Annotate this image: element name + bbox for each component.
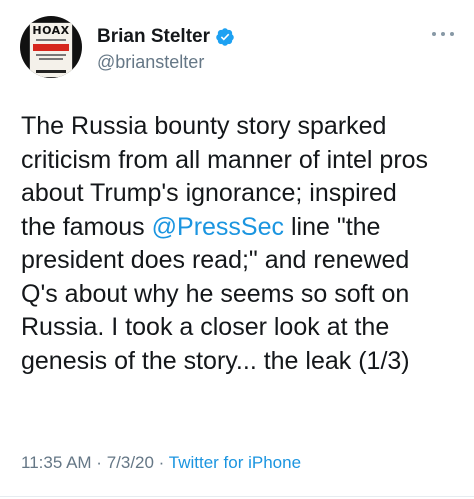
avatar-book-cover: HOAX [29, 22, 73, 78]
tweet-line-text: Russia. I took a closer look at the [21, 313, 390, 341]
tweet-line-text: the famous [21, 212, 152, 241]
more-dot [450, 32, 454, 36]
tweet-line: genesis of the story... the leak (1/3) [21, 345, 467, 379]
avatar-book-line [36, 39, 66, 41]
tweet-source-link[interactable]: Twitter for iPhone [169, 453, 301, 472]
tweet-line-text: genesis of the story... the leak (1/3) [21, 346, 410, 375]
tweet-line: the famous @PressSec line "the [21, 211, 467, 245]
tweet-card: HOAX Brian Stelter @brianstelter The Rus… [0, 0, 474, 499]
verified-badge-icon [216, 28, 234, 46]
tweet-line: criticism from all manner of intel pros [21, 144, 467, 178]
avatar-book-line [39, 58, 63, 60]
tweet-line: Q's about why he seems so soft on [21, 278, 467, 312]
meta-separator: · [153, 453, 169, 472]
tweet-line: Russia. I took a closer look at the [21, 311, 467, 345]
divider [0, 496, 474, 497]
tweet-time[interactable]: 11:35 AM [21, 453, 92, 472]
tweet-line-text: Q's about why he seems so soft on [21, 279, 410, 308]
more-dot [432, 32, 436, 36]
tweet-line-text: criticism from all manner of intel pros [21, 145, 429, 174]
tweet-line: president does read;" and renewed [21, 244, 467, 278]
meta-separator: · [91, 453, 107, 472]
author-name-row: Brian Stelter [97, 24, 235, 50]
tweet-line: about Trump's ignorance; inspired [21, 177, 467, 211]
author-display-name[interactable]: Brian Stelter [97, 24, 210, 50]
tweet-date[interactable]: 7/3/20 [107, 453, 154, 472]
author-handle[interactable]: @brianstelter [97, 50, 204, 74]
tweet-line-text: about Trump's ignorance; inspired [21, 179, 397, 207]
avatar-book-line [36, 54, 66, 56]
tweet-line-text: line "the [284, 212, 381, 241]
avatar-book-title: HOAX [32, 24, 70, 37]
tweet-line: The Russia bounty story sparked [21, 110, 467, 144]
tweet-line-text: president does read;" and renewed [21, 246, 410, 274]
avatar[interactable]: HOAX [20, 16, 82, 78]
mention-link[interactable]: @PressSec [152, 213, 284, 241]
more-dot [441, 32, 445, 36]
tweet-text: The Russia bounty story sparked criticis… [21, 110, 467, 378]
tweet-meta: 11:35 AM · 7/3/20 · Twitter for iPhone [21, 452, 301, 474]
more-options-icon[interactable] [432, 28, 454, 40]
tweet-line-text: The Russia bounty story sparked [21, 112, 387, 140]
avatar-book-line [36, 70, 66, 73]
avatar-book-band [33, 44, 69, 51]
